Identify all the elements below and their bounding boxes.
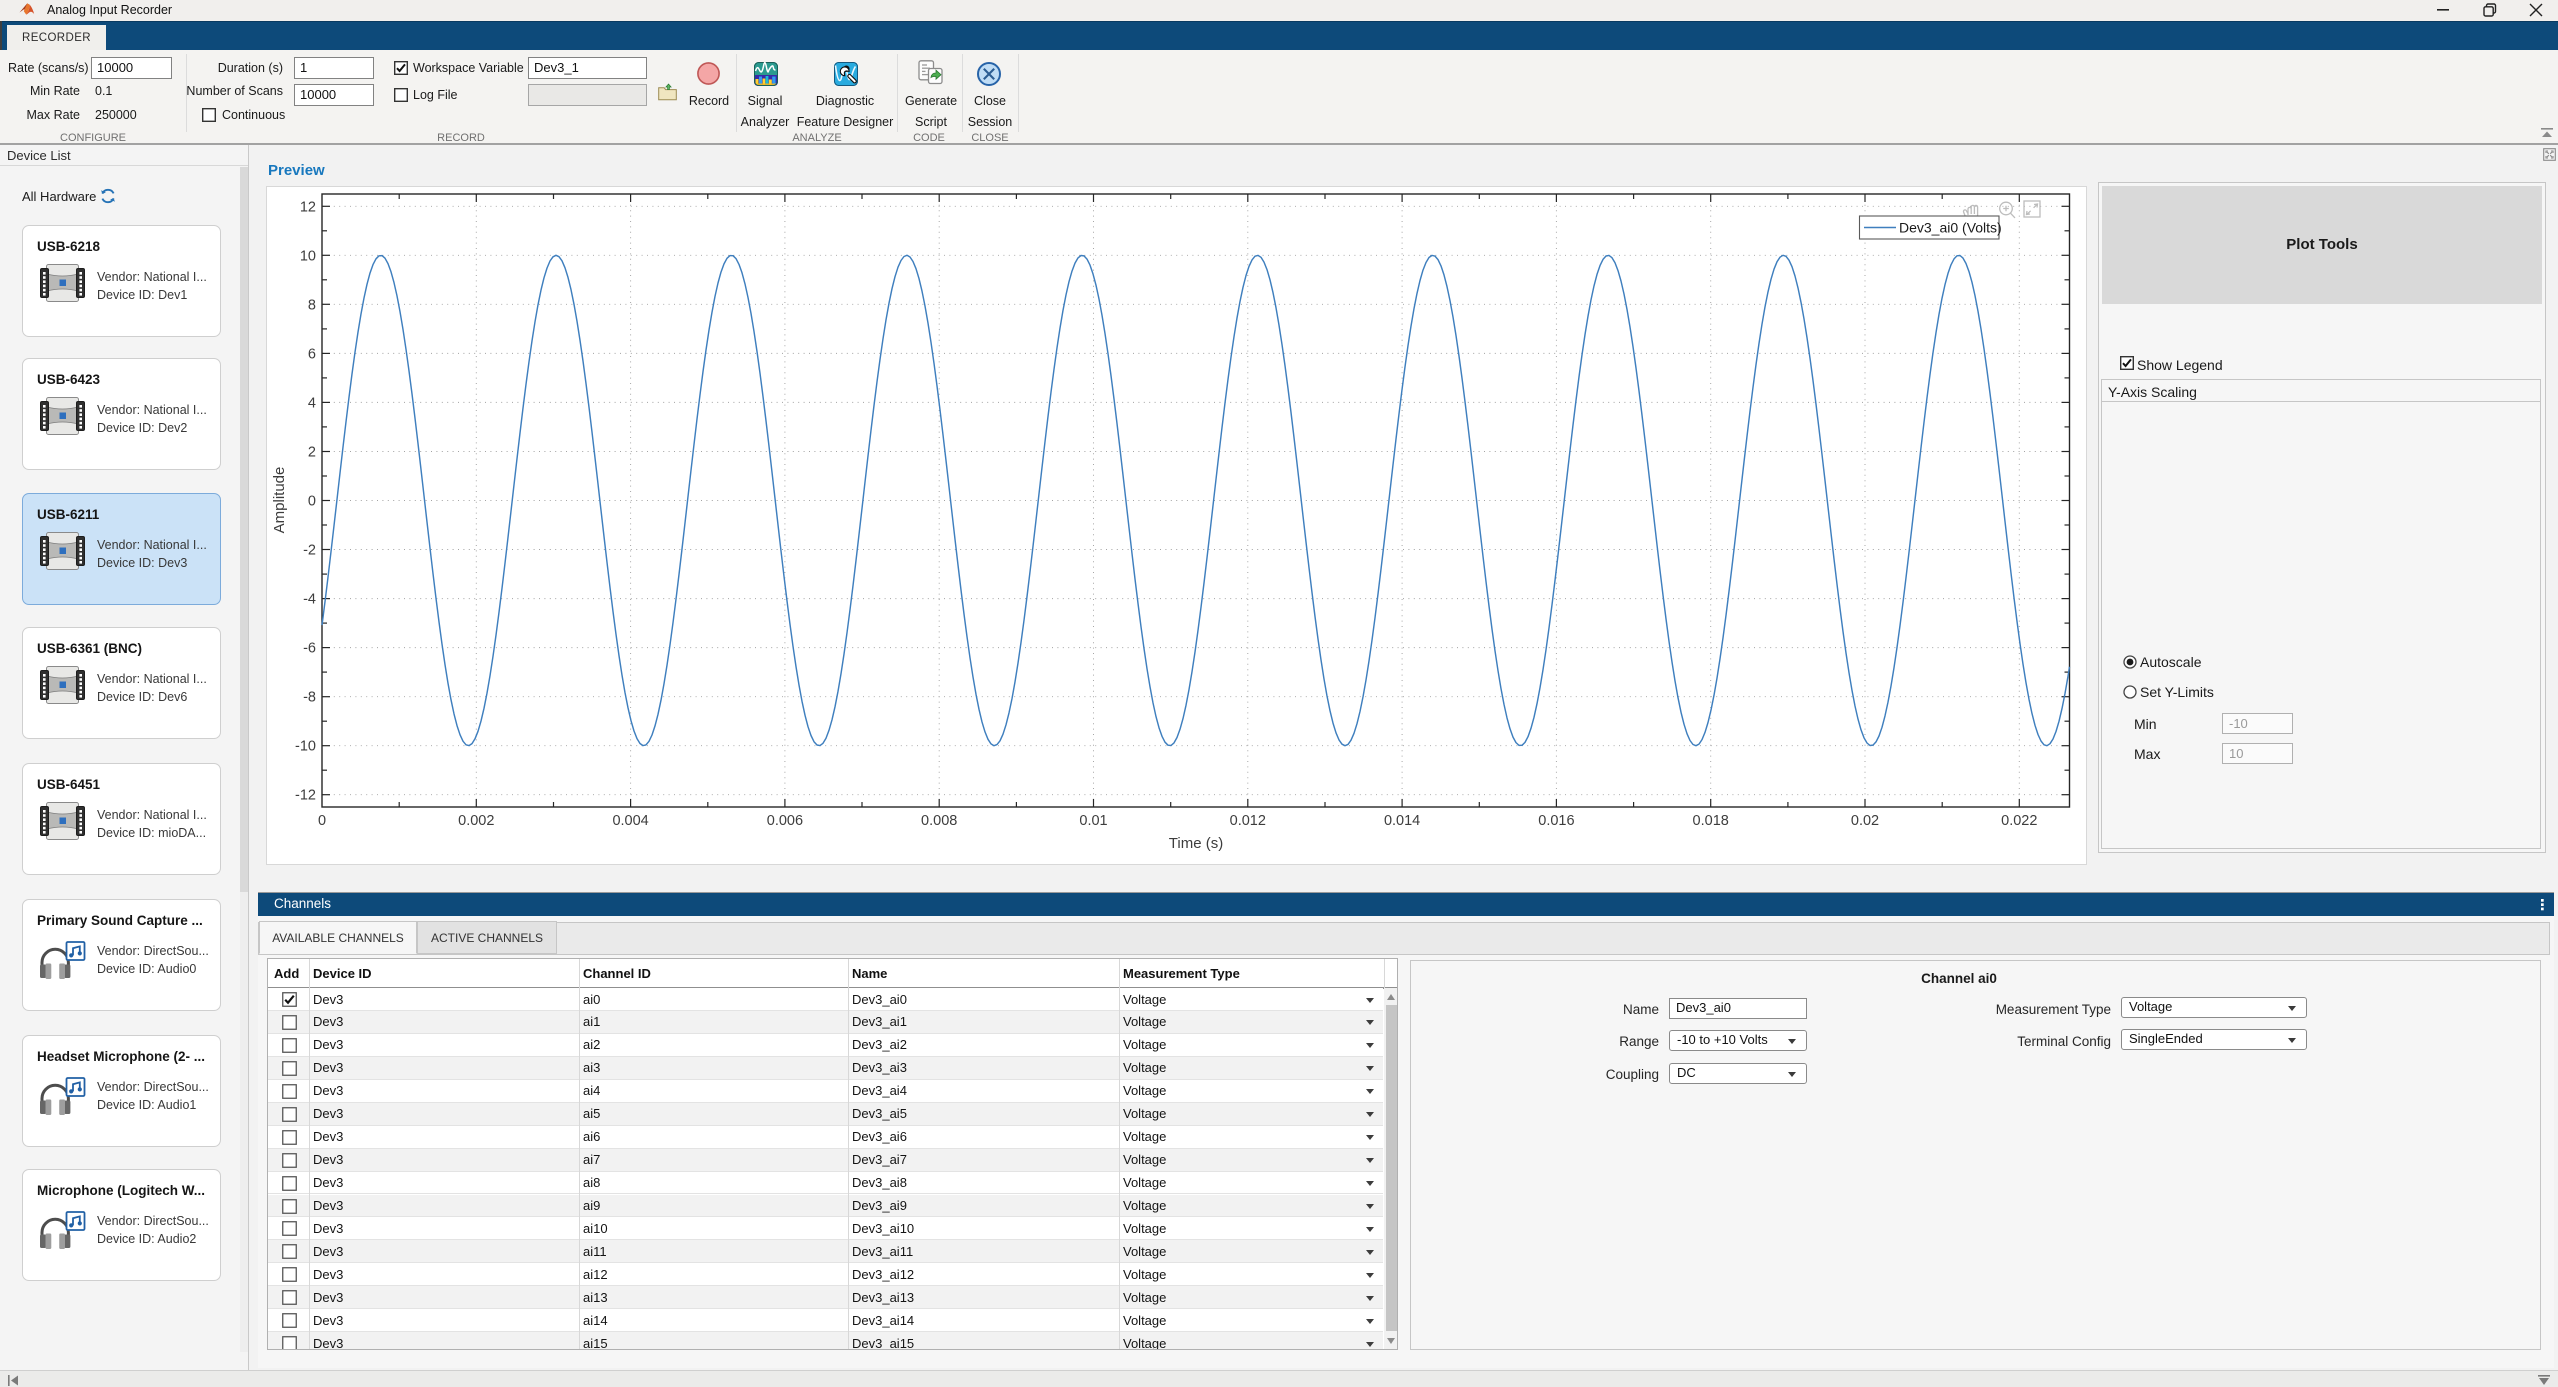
svg-text:0.004: 0.004: [612, 813, 648, 829]
svg-text:0: 0: [318, 813, 326, 829]
svg-text:Time (s): Time (s): [1169, 835, 1223, 852]
svg-text:0.008: 0.008: [921, 813, 957, 829]
svg-text:-10: -10: [295, 739, 316, 755]
svg-text:12: 12: [300, 199, 316, 215]
svg-text:-8: -8: [303, 690, 316, 706]
svg-text:0.014: 0.014: [1384, 813, 1420, 829]
svg-text:2: 2: [308, 445, 316, 461]
svg-text:0.01: 0.01: [1079, 813, 1107, 829]
svg-text:Dev3_ai0 (Volts): Dev3_ai0 (Volts): [1899, 220, 2002, 236]
svg-text:0.012: 0.012: [1230, 813, 1266, 829]
svg-text:-6: -6: [303, 641, 316, 657]
svg-text:6: 6: [308, 346, 316, 362]
svg-text:8: 8: [308, 297, 316, 313]
svg-text:0: 0: [308, 494, 316, 510]
svg-text:0.006: 0.006: [767, 813, 803, 829]
svg-text:4: 4: [308, 395, 316, 411]
svg-text:-12: -12: [295, 788, 316, 804]
svg-text:0.02: 0.02: [1851, 813, 1879, 829]
svg-text:0.002: 0.002: [458, 813, 494, 829]
svg-text:10: 10: [300, 248, 316, 264]
svg-text:Amplitude: Amplitude: [271, 467, 288, 534]
svg-text:0.018: 0.018: [1693, 813, 1729, 829]
svg-text:0.016: 0.016: [1538, 813, 1574, 829]
svg-text:0.022: 0.022: [2001, 813, 2037, 829]
svg-text:-2: -2: [303, 543, 316, 559]
svg-text:-4: -4: [303, 592, 316, 608]
